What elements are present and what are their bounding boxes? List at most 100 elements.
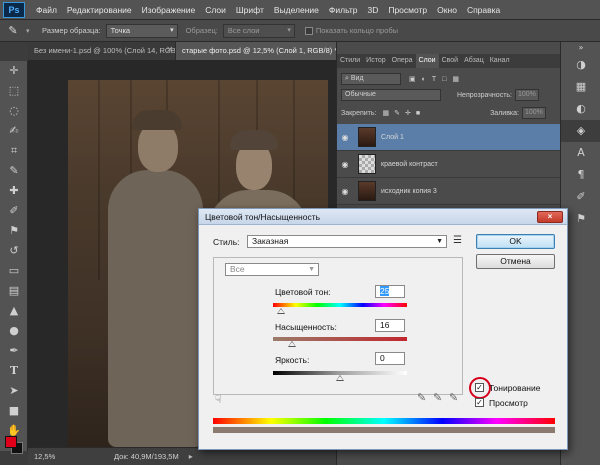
filter-smart-icon[interactable]: ▦ [452, 75, 459, 83]
tab-properties[interactable]: Свой [439, 54, 462, 68]
tab-paragraph[interactable]: Абзац [461, 54, 487, 68]
dodge-tool-icon[interactable]: ● [0, 321, 28, 341]
colorize-checkbox[interactable]: ✓ [475, 383, 484, 392]
collapse-arrows-icon[interactable]: » [561, 42, 600, 54]
eyedropper-tool-icon[interactable]: ✎ [0, 161, 28, 181]
brush-tool-icon[interactable]: ✐ [0, 201, 28, 221]
quick-select-tool-icon[interactable]: ✍ [0, 121, 28, 141]
tab-history[interactable]: Истор [363, 54, 388, 68]
zoom-level[interactable]: 12,5% [34, 452, 74, 461]
blend-mode-select[interactable]: Обычные [341, 89, 441, 101]
adjustments-panel-icon[interactable]: ◐ [561, 98, 600, 120]
sample-size-select[interactable]: Точка ▾ [105, 23, 178, 38]
hue-slider-track[interactable] [273, 303, 407, 307]
sample-select[interactable]: Все слои ▾ [222, 23, 295, 38]
lightness-label: Яркость: [275, 355, 310, 365]
panel-tabs: Стили Истор Опера Слои Свой Абзац Канал [337, 54, 561, 68]
menu-filter[interactable]: Фильтр [324, 5, 363, 15]
lightness-slider-thumb[interactable] [336, 375, 344, 381]
menu-file[interactable]: Файл [31, 5, 62, 15]
preset-options-icon[interactable]: ☰ [453, 235, 462, 246]
doc-tab-label: Без имени-1.psd @ 100% (Слой 14, RGB/8) … [34, 46, 176, 55]
tab-actions[interactable]: Опера [389, 54, 416, 68]
color-panel-icon[interactable]: ◑ [561, 54, 600, 76]
crop-tool-icon[interactable]: ⌗ [0, 141, 28, 161]
shape-tool-icon[interactable]: ■ [0, 401, 28, 421]
filter-pixel-icon[interactable]: ▣ [409, 75, 416, 83]
path-select-tool-icon[interactable]: ➤ [0, 381, 28, 401]
gradient-tool-icon[interactable]: ▤ [0, 281, 28, 301]
menu-help[interactable]: Справка [462, 5, 505, 15]
eraser-tool-icon[interactable]: ▭ [0, 261, 28, 281]
lock-pixels-icon[interactable]: ✎ [394, 109, 400, 117]
menu-window[interactable]: Окно [432, 5, 462, 15]
tab-channels[interactable]: Канал [487, 54, 513, 68]
saturation-slider-thumb[interactable] [288, 341, 296, 347]
move-tool-icon[interactable]: ✛ [0, 61, 28, 81]
hue-value: 25 [380, 286, 390, 296]
blur-tool-icon[interactable]: ▲ [0, 301, 28, 321]
eyedropper-minus-icon[interactable]: ✎ [449, 391, 458, 404]
lock-transparent-icon[interactable]: ▦ [382, 109, 389, 117]
filter-shape-icon[interactable]: □ [442, 76, 446, 83]
pen-tool-icon[interactable]: ✒ [0, 341, 28, 361]
eyedropper-tool-icon[interactable]: ✎ [0, 24, 26, 37]
close-tab-icon[interactable]: × [166, 45, 174, 55]
eye-icon[interactable]: ◉ [337, 160, 353, 169]
marquee-tool-icon[interactable]: ⬚ [0, 81, 28, 101]
layer-name: краевой контраст [381, 160, 438, 168]
lock-position-icon[interactable]: ✛ [405, 109, 411, 117]
layer-row[interactable]: ◉ исходник копия 3 [337, 178, 561, 205]
eyedropper-icon[interactable]: ✎ [417, 391, 426, 404]
layer-row[interactable]: ◉ краевой контраст [337, 151, 561, 178]
healing-brush-tool-icon[interactable]: ✚ [0, 181, 28, 201]
status-menu-arrow-icon[interactable]: ▸ [189, 452, 193, 461]
brush-panel-icon[interactable]: ✐ [561, 186, 600, 208]
opacity-input[interactable]: 100% [515, 89, 539, 101]
menu-view[interactable]: Просмотр [383, 5, 432, 15]
saturation-input[interactable]: 16 [375, 319, 405, 332]
foreground-color-swatch[interactable] [5, 436, 17, 448]
channel-select[interactable]: Все ▼ [225, 263, 319, 276]
menu-edit[interactable]: Редактирование [62, 5, 137, 15]
cancel-button[interactable]: Отмена [476, 254, 555, 269]
menu-3d[interactable]: 3D [362, 5, 383, 15]
menu-select[interactable]: Выделение [269, 5, 324, 15]
layers-panel-icon[interactable]: ◈ [561, 120, 600, 142]
input-spectrum-bar [213, 418, 555, 424]
lock-all-icon[interactable]: ■ [416, 110, 420, 117]
close-button[interactable]: × [537, 211, 563, 223]
show-ring-checkbox[interactable] [304, 26, 313, 35]
layer-filter-select[interactable]: ⌕ Вид [341, 73, 401, 85]
tool-preset-arrow-icon[interactable]: ▾ [26, 27, 36, 35]
fill-input[interactable]: 100% [521, 107, 546, 119]
hue-slider-thumb[interactable] [277, 308, 285, 314]
type-tool-icon[interactable]: T [0, 361, 28, 381]
swatches-panel-icon[interactable]: ▦ [561, 76, 600, 98]
ok-button[interactable]: OK [476, 234, 555, 249]
history-brush-tool-icon[interactable]: ↺ [0, 241, 28, 261]
tab-styles[interactable]: Стили [337, 54, 363, 68]
targeted-adjustment-icon[interactable]: ☟ [215, 393, 222, 406]
clone-stamp-tool-icon[interactable]: ⚑ [0, 221, 28, 241]
doc-tab-2[interactable]: старые фото.psd @ 12,5% (Слой 1, RGB/8) … [176, 42, 338, 60]
filter-type-icon[interactable]: T [432, 76, 436, 83]
eyedropper-plus-icon[interactable]: ✎ [433, 391, 442, 404]
eye-icon[interactable]: ◉ [337, 187, 353, 196]
menu-image[interactable]: Изображение [137, 5, 201, 15]
menu-type[interactable]: Шрифт [231, 5, 269, 15]
style-select[interactable]: Заказная ▼ [247, 235, 447, 248]
hue-input[interactable]: 25 [375, 285, 405, 298]
lightness-input[interactable]: 0 [375, 352, 405, 365]
lasso-tool-icon[interactable]: ◌ [0, 101, 28, 121]
doc-tab-1[interactable]: Без имени-1.psd @ 100% (Слой 14, RGB/8) … [28, 42, 176, 60]
preview-checkbox[interactable]: ✓ [475, 398, 484, 407]
character-panel-icon[interactable]: A [561, 142, 600, 164]
filter-adjustment-icon[interactable]: ◐ [422, 76, 426, 83]
paragraph-panel-icon[interactable]: ¶ [561, 164, 600, 186]
eye-icon[interactable]: ◉ [337, 133, 353, 142]
menu-layers[interactable]: Слои [200, 5, 231, 15]
options-bar: ✎ ▾ Размер образца: Точка ▾ Образец: Все… [0, 20, 600, 42]
tab-layers[interactable]: Слои [415, 54, 439, 68]
layer-row[interactable]: ◉ Слой 1 [337, 124, 561, 151]
